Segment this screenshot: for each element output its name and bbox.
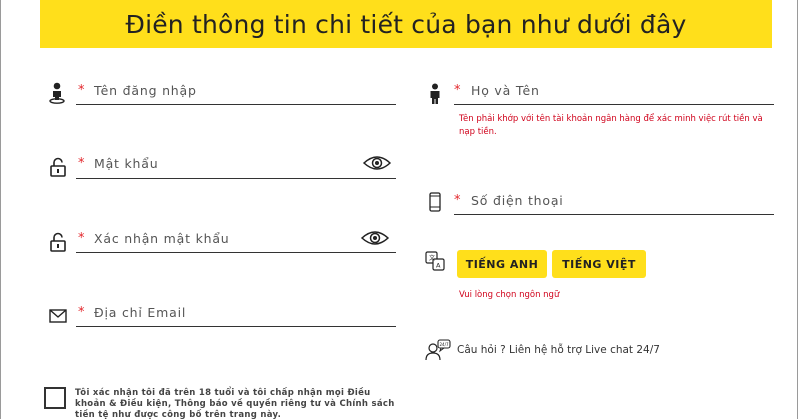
email-underline <box>76 326 396 327</box>
username-underline <box>76 104 396 105</box>
password-underline <box>76 178 396 179</box>
confirm-password-underline <box>76 252 396 253</box>
form-header-banner: Điền thông tin chi tiết của bạn như dưới… <box>40 0 772 48</box>
terms-checkbox[interactable] <box>44 387 66 409</box>
chat-support-icon[interactable]: 24/7 <box>425 339 451 365</box>
required-mark: * <box>454 193 461 208</box>
lock-icon <box>50 157 66 181</box>
person-icon <box>428 83 442 109</box>
translate-icon: 文A <box>425 251 445 275</box>
lock-icon <box>50 232 66 256</box>
phone-field[interactable]: * Số điện thoại <box>428 190 774 220</box>
svg-text:24/7: 24/7 <box>440 342 449 347</box>
required-mark: * <box>78 83 85 98</box>
language-vietnamese-button[interactable]: TIẾNG VIỆT <box>552 250 646 278</box>
show-password-eye-icon[interactable] <box>362 154 392 176</box>
show-confirm-password-eye-icon[interactable] <box>360 229 390 251</box>
required-mark: * <box>78 231 85 246</box>
full-name-placeholder: Họ và Tên <box>471 83 540 98</box>
language-english-button[interactable]: TIẾNG ANH <box>457 250 547 278</box>
frame-border-left <box>0 0 1 419</box>
username-field[interactable]: * Tên đăng nhập <box>48 78 396 110</box>
confirm-password-field[interactable]: * Xác nhận mật khẩu <box>50 228 396 260</box>
user-pin-icon <box>48 82 66 108</box>
form-title: Điền thông tin chi tiết của bạn như dưới… <box>125 9 687 39</box>
password-field[interactable]: * Mật khẩu <box>50 153 396 185</box>
phone-placeholder: Số điện thoại <box>471 193 564 208</box>
email-placeholder: Địa chỉ Email <box>94 305 187 320</box>
username-placeholder: Tên đăng nhập <box>94 83 197 98</box>
required-mark: * <box>78 156 85 171</box>
full-name-hint: Tên phải khớp với tên tài khoản ngân hàn… <box>459 114 763 137</box>
required-mark: * <box>454 83 461 98</box>
confirm-password-placeholder: Xác nhận mật khẩu <box>94 231 230 246</box>
full-name-field[interactable]: * Họ và Tên <box>428 80 774 110</box>
support-text[interactable]: Câu hỏi ? Liên hệ hỗ trợ Live chat 24/7 <box>457 344 660 356</box>
password-placeholder: Mật khẩu <box>94 156 159 171</box>
phone-underline <box>454 214 774 215</box>
language-hint: Vui lòng chọn ngôn ngữ <box>459 290 560 300</box>
frame-border-right <box>797 0 798 419</box>
terms-text: Tôi xác nhận tôi đã trên 18 tuổi và tôi … <box>75 388 395 419</box>
svg-text:A: A <box>436 262 441 270</box>
email-field[interactable]: * Địa chỉ Email <box>49 302 396 334</box>
svg-text:文: 文 <box>429 254 435 262</box>
required-mark: * <box>78 305 85 320</box>
full-name-underline <box>454 104 774 105</box>
envelope-icon <box>49 308 67 327</box>
phone-icon <box>429 192 441 216</box>
